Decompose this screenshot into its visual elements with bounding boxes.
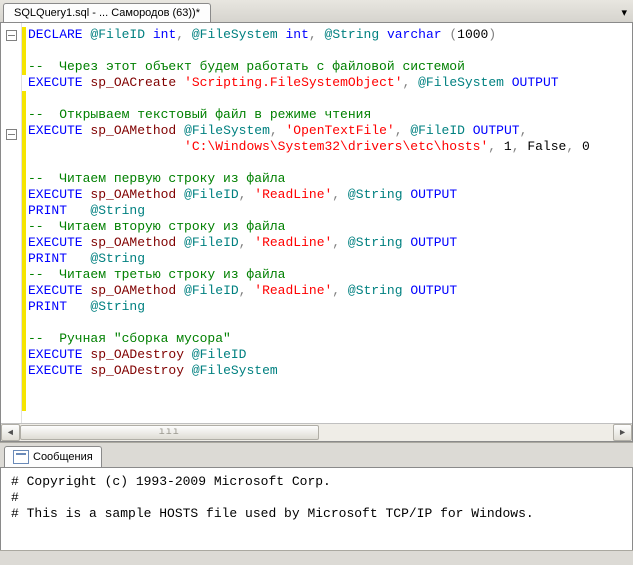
code-line: -- Через этот объект будем работать с фа… xyxy=(28,59,628,75)
code-line: -- Читаем вторую строку из файла xyxy=(28,219,628,235)
modification-indicator xyxy=(22,27,26,75)
code-line: PRINT @String xyxy=(28,251,628,267)
scroll-left-arrow-icon[interactable]: ◄ xyxy=(1,424,20,441)
scroll-track[interactable]: ııı xyxy=(20,425,613,440)
code-line: -- Ручная "сборка мусора" xyxy=(28,331,628,347)
code-line: DECLARE @FileID int, @FileSystem int, @S… xyxy=(28,27,628,43)
code-line: 'C:\Windows\System32\drivers\etc\hosts',… xyxy=(28,139,628,155)
fold-toggle-icon[interactable] xyxy=(6,129,17,140)
code-line: EXECUTE sp_OAMethod @FileID, 'ReadLine',… xyxy=(28,235,628,251)
editor-viewport: DECLARE @FileID int, @FileSystem int, @S… xyxy=(1,23,632,423)
code-line: EXECUTE sp_OADestroy @FileSystem xyxy=(28,363,628,379)
ssms-window: SQLQuery1.sql - ... Самородов (63))* ▾ D… xyxy=(0,0,633,565)
code-line: PRINT @String xyxy=(28,203,628,219)
messages-output[interactable]: # Copyright (c) 1993-2009 Microsoft Corp… xyxy=(0,467,633,550)
code-line: -- Открываем текстовый файл в режиме чте… xyxy=(28,107,628,123)
code-line xyxy=(28,43,628,59)
code-line xyxy=(28,155,628,171)
status-bar xyxy=(0,550,633,565)
results-tab-label: Сообщения xyxy=(33,451,93,463)
code-line: EXECUTE sp_OACreate 'Scripting.FileSyste… xyxy=(28,75,628,91)
fold-toggle-icon[interactable] xyxy=(6,30,17,41)
document-tab-title: SQLQuery1.sql - ... Самородов (63))* xyxy=(14,7,200,19)
horizontal-scrollbar[interactable]: ◄ ııı ► xyxy=(1,423,632,441)
code-line xyxy=(28,315,628,331)
tab-dropdown-icon[interactable]: ▾ xyxy=(621,6,627,22)
editor-frame: DECLARE @FileID int, @FileSystem int, @S… xyxy=(0,23,633,442)
code-line xyxy=(28,91,628,107)
code-editor[interactable]: DECLARE @FileID int, @FileSystem int, @S… xyxy=(22,23,632,423)
code-line: EXECUTE sp_OAMethod @FileID, 'ReadLine',… xyxy=(28,283,628,299)
code-line: -- Читаем третью строку из файла xyxy=(28,267,628,283)
modification-indicator xyxy=(22,91,26,411)
code-line: PRINT @String xyxy=(28,299,628,315)
document-tabbar: SQLQuery1.sql - ... Самородов (63))* ▾ xyxy=(0,0,633,23)
fold-gutter xyxy=(1,23,22,423)
scroll-thumb[interactable]: ııı xyxy=(20,425,319,440)
code-line: EXECUTE sp_OAMethod @FileSystem, 'OpenTe… xyxy=(28,123,628,139)
code-line: -- Читаем первую строку из файла xyxy=(28,171,628,187)
results-tabbar: Сообщения xyxy=(0,442,633,467)
results-tab-messages[interactable]: Сообщения xyxy=(4,446,102,467)
code-line: EXECUTE sp_OADestroy @FileID xyxy=(28,347,628,363)
code-line: EXECUTE sp_OAMethod @FileID, 'ReadLine',… xyxy=(28,187,628,203)
scroll-right-arrow-icon[interactable]: ► xyxy=(613,424,632,441)
messages-icon xyxy=(13,450,29,464)
document-tab-active[interactable]: SQLQuery1.sql - ... Самородов (63))* xyxy=(3,3,211,22)
